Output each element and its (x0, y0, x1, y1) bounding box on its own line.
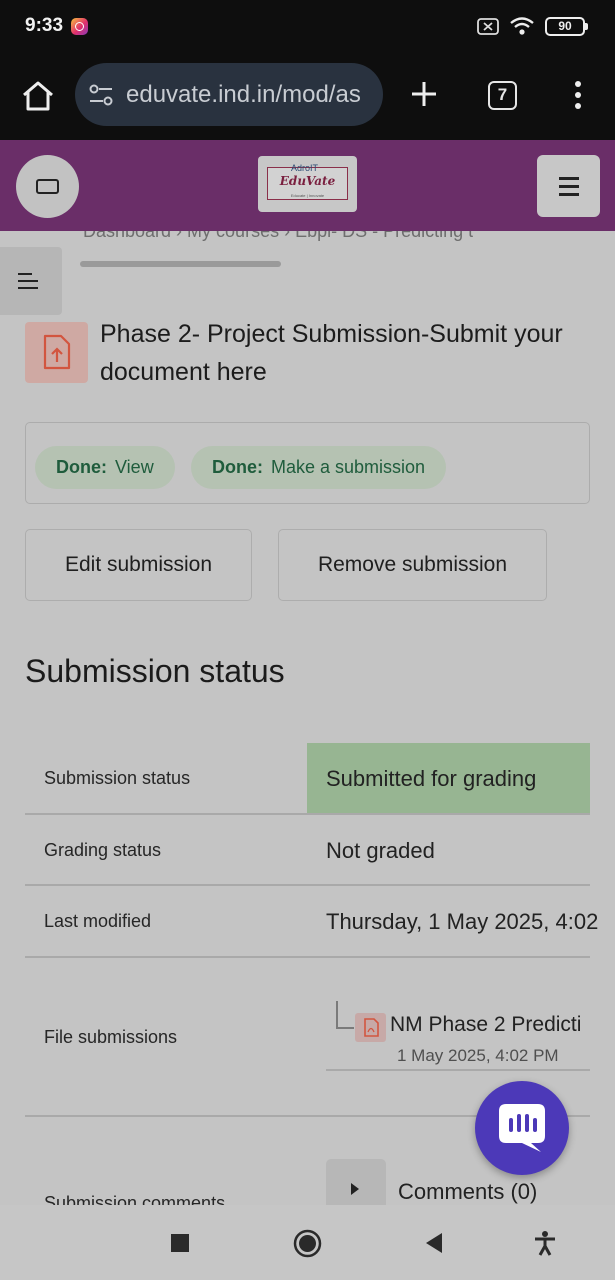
file-upload-icon (43, 334, 71, 370)
site-settings-icon[interactable] (88, 83, 114, 107)
row-divider (25, 956, 590, 958)
site-header: AdroIT EduVate Educate | Innovate (0, 140, 615, 231)
mode-toggle-button[interactable] (16, 155, 79, 218)
remove-submission-button[interactable]: Remove submission (278, 529, 547, 601)
file-date: 1 May 2025, 4:02 PM (397, 1046, 559, 1065)
sim-icon (477, 17, 499, 35)
submission-status-value: Submitted for grading (326, 766, 537, 791)
row-divider (25, 884, 590, 886)
logo-top-text: AdroIT (291, 163, 319, 173)
assignment-icon (25, 322, 88, 383)
new-tab-icon[interactable] (408, 78, 440, 110)
address-bar[interactable]: eduvate.ind.in/mod/as (75, 63, 383, 126)
row-label-submission-status: Submission status (44, 768, 191, 788)
tab-switcher-button[interactable]: 7 (488, 81, 517, 110)
home-icon[interactable] (20, 78, 56, 114)
row-label-last-modified: Last modified (44, 911, 152, 931)
section-title: Submission status (25, 653, 285, 689)
completion-badge-submission: Done: Make a submission (191, 446, 447, 489)
breadcrumb-scrollbar[interactable] (80, 261, 281, 267)
completion-label: View (115, 457, 154, 477)
chat-assistant-button[interactable] (475, 1081, 569, 1175)
chat-bubble-icon (499, 1104, 545, 1152)
battery-icon: 90 (545, 16, 588, 36)
grading-status-value: Not graded (326, 838, 435, 863)
file-link[interactable]: NM Phase 2 Predicti (390, 1013, 581, 1037)
clock: 9:33 (25, 15, 64, 36)
page-title: Phase 2- Project Submission-Submit your … (100, 320, 563, 386)
row-label-file-submissions: File submissions (44, 1027, 178, 1047)
last-modified-value: Thursday, 1 May 2025, 4:02 (326, 909, 599, 934)
hamburger-menu-button[interactable] (537, 155, 600, 217)
menu-bar (559, 193, 579, 196)
status-bar: 9:33 90 (0, 0, 615, 54)
pdf-glyph (364, 1018, 379, 1037)
logo-main-text: EduVate (279, 174, 336, 188)
caret-right-icon (351, 1183, 359, 1195)
file-tree-connector (336, 1001, 354, 1029)
site-logo[interactable]: AdroIT EduVate Educate | Innovate (258, 156, 357, 212)
course-index-toggle[interactable] (0, 247, 62, 315)
instagram-notification-icon (71, 18, 88, 35)
accessibility-icon[interactable] (533, 1230, 557, 1256)
menu-bar (559, 177, 579, 180)
back-icon[interactable] (424, 1232, 444, 1254)
system-nav-bar (0, 1205, 615, 1280)
logo-tagline: Educate | Innovate (290, 193, 325, 198)
done-label: Done: (212, 457, 263, 477)
menu-bar (559, 185, 579, 188)
comments-expand-button[interactable] (326, 1159, 386, 1205)
recents-icon[interactable] (170, 1233, 190, 1253)
completion-info: Done: View Done: Make a submission (25, 422, 590, 504)
url-text[interactable]: eduvate.ind.in/mod/as (126, 81, 361, 109)
wifi-icon (510, 17, 534, 35)
browser-toolbar: eduvate.ind.in/mod/as 7 (0, 54, 615, 140)
completion-badge-view: Done: View (35, 446, 175, 489)
row-divider (25, 813, 590, 815)
index-line (18, 287, 38, 289)
edit-submission-button[interactable]: Edit submission (25, 529, 252, 601)
done-label: Done: (56, 457, 107, 477)
main-content: Dashboard › My courses › Ebpl- DS - Pred… (0, 231, 615, 1205)
home-button-icon[interactable] (293, 1229, 322, 1258)
index-line (18, 280, 38, 282)
more-menu-icon[interactable] (570, 80, 586, 110)
index-line (18, 273, 32, 275)
file-divider (326, 1069, 590, 1071)
row-label-submission-comments: Submission comments (44, 1193, 226, 1205)
comments-link[interactable]: Comments (0) (398, 1179, 537, 1205)
pdf-file-icon (355, 1013, 386, 1042)
breadcrumb[interactable]: Dashboard › My courses › Ebpl- DS - Pred… (83, 231, 473, 242)
completion-label: Make a submission (271, 457, 426, 477)
row-label-grading-status: Grading status (44, 840, 162, 860)
